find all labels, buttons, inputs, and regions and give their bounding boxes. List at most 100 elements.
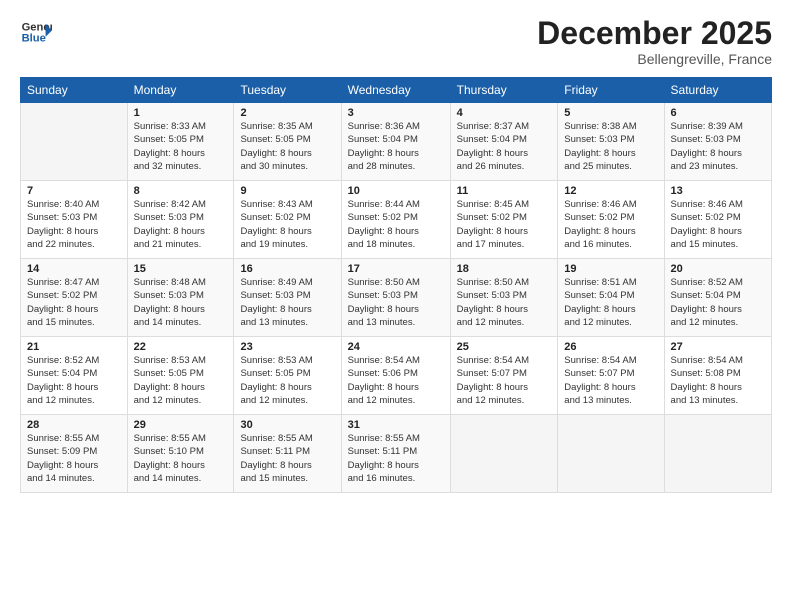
calendar-cell: 15Sunrise: 8:48 AMSunset: 5:03 PMDayligh… bbox=[127, 259, 234, 337]
calendar-cell: 17Sunrise: 8:50 AMSunset: 5:03 PMDayligh… bbox=[341, 259, 450, 337]
calendar-body: 1Sunrise: 8:33 AMSunset: 5:05 PMDaylight… bbox=[21, 103, 772, 493]
calendar-cell bbox=[21, 103, 128, 181]
day-number: 8 bbox=[134, 185, 228, 197]
day-info: Sunrise: 8:42 AMSunset: 5:03 PMDaylight:… bbox=[134, 198, 228, 251]
day-info: Sunrise: 8:55 AMSunset: 5:10 PMDaylight:… bbox=[134, 432, 228, 485]
calendar-week-2: 14Sunrise: 8:47 AMSunset: 5:02 PMDayligh… bbox=[21, 259, 772, 337]
day-info: Sunrise: 8:54 AMSunset: 5:07 PMDaylight:… bbox=[457, 354, 552, 407]
calendar-cell: 3Sunrise: 8:36 AMSunset: 5:04 PMDaylight… bbox=[341, 103, 450, 181]
day-number: 28 bbox=[27, 419, 121, 431]
calendar-cell: 23Sunrise: 8:53 AMSunset: 5:05 PMDayligh… bbox=[234, 337, 341, 415]
day-info: Sunrise: 8:54 AMSunset: 5:06 PMDaylight:… bbox=[348, 354, 444, 407]
day-number: 23 bbox=[240, 341, 334, 353]
day-number: 14 bbox=[27, 263, 121, 275]
page: General Blue December 2025 Bellengrevill… bbox=[0, 0, 792, 612]
header-saturday: Saturday bbox=[664, 78, 771, 103]
header-sunday: Sunday bbox=[21, 78, 128, 103]
day-number: 27 bbox=[671, 341, 765, 353]
location: Bellengreville, France bbox=[537, 51, 772, 67]
day-number: 11 bbox=[457, 185, 552, 197]
month-title: December 2025 bbox=[537, 16, 772, 51]
calendar-cell: 22Sunrise: 8:53 AMSunset: 5:05 PMDayligh… bbox=[127, 337, 234, 415]
day-info: Sunrise: 8:55 AMSunset: 5:11 PMDaylight:… bbox=[348, 432, 444, 485]
day-number: 6 bbox=[671, 107, 765, 119]
day-info: Sunrise: 8:52 AMSunset: 5:04 PMDaylight:… bbox=[27, 354, 121, 407]
day-number: 19 bbox=[564, 263, 657, 275]
day-info: Sunrise: 8:36 AMSunset: 5:04 PMDaylight:… bbox=[348, 120, 444, 173]
day-number: 3 bbox=[348, 107, 444, 119]
day-info: Sunrise: 8:39 AMSunset: 5:03 PMDaylight:… bbox=[671, 120, 765, 173]
calendar-cell: 9Sunrise: 8:43 AMSunset: 5:02 PMDaylight… bbox=[234, 181, 341, 259]
calendar-cell: 14Sunrise: 8:47 AMSunset: 5:02 PMDayligh… bbox=[21, 259, 128, 337]
calendar-cell bbox=[450, 415, 558, 493]
calendar-week-3: 21Sunrise: 8:52 AMSunset: 5:04 PMDayligh… bbox=[21, 337, 772, 415]
day-number: 7 bbox=[27, 185, 121, 197]
day-number: 10 bbox=[348, 185, 444, 197]
day-number: 12 bbox=[564, 185, 657, 197]
calendar-cell: 28Sunrise: 8:55 AMSunset: 5:09 PMDayligh… bbox=[21, 415, 128, 493]
day-info: Sunrise: 8:37 AMSunset: 5:04 PMDaylight:… bbox=[457, 120, 552, 173]
calendar-cell: 11Sunrise: 8:45 AMSunset: 5:02 PMDayligh… bbox=[450, 181, 558, 259]
header-wednesday: Wednesday bbox=[341, 78, 450, 103]
day-number: 26 bbox=[564, 341, 657, 353]
calendar-cell: 12Sunrise: 8:46 AMSunset: 5:02 PMDayligh… bbox=[558, 181, 664, 259]
logo-icon: General Blue bbox=[20, 16, 52, 48]
day-number: 9 bbox=[240, 185, 334, 197]
header: General Blue December 2025 Bellengrevill… bbox=[20, 16, 772, 67]
day-number: 20 bbox=[671, 263, 765, 275]
header-tuesday: Tuesday bbox=[234, 78, 341, 103]
calendar-week-1: 7Sunrise: 8:40 AMSunset: 5:03 PMDaylight… bbox=[21, 181, 772, 259]
calendar-cell bbox=[558, 415, 664, 493]
day-number: 17 bbox=[348, 263, 444, 275]
calendar-cell: 19Sunrise: 8:51 AMSunset: 5:04 PMDayligh… bbox=[558, 259, 664, 337]
calendar-cell: 6Sunrise: 8:39 AMSunset: 5:03 PMDaylight… bbox=[664, 103, 771, 181]
calendar-cell: 8Sunrise: 8:42 AMSunset: 5:03 PMDaylight… bbox=[127, 181, 234, 259]
calendar-cell: 26Sunrise: 8:54 AMSunset: 5:07 PMDayligh… bbox=[558, 337, 664, 415]
day-info: Sunrise: 8:55 AMSunset: 5:11 PMDaylight:… bbox=[240, 432, 334, 485]
calendar-cell: 13Sunrise: 8:46 AMSunset: 5:02 PMDayligh… bbox=[664, 181, 771, 259]
day-number: 18 bbox=[457, 263, 552, 275]
day-number: 22 bbox=[134, 341, 228, 353]
day-info: Sunrise: 8:52 AMSunset: 5:04 PMDaylight:… bbox=[671, 276, 765, 329]
calendar-cell: 10Sunrise: 8:44 AMSunset: 5:02 PMDayligh… bbox=[341, 181, 450, 259]
day-number: 5 bbox=[564, 107, 657, 119]
day-info: Sunrise: 8:48 AMSunset: 5:03 PMDaylight:… bbox=[134, 276, 228, 329]
day-info: Sunrise: 8:40 AMSunset: 5:03 PMDaylight:… bbox=[27, 198, 121, 251]
day-info: Sunrise: 8:54 AMSunset: 5:08 PMDaylight:… bbox=[671, 354, 765, 407]
calendar-cell: 27Sunrise: 8:54 AMSunset: 5:08 PMDayligh… bbox=[664, 337, 771, 415]
calendar-cell: 20Sunrise: 8:52 AMSunset: 5:04 PMDayligh… bbox=[664, 259, 771, 337]
day-number: 16 bbox=[240, 263, 334, 275]
calendar-cell: 1Sunrise: 8:33 AMSunset: 5:05 PMDaylight… bbox=[127, 103, 234, 181]
calendar-week-0: 1Sunrise: 8:33 AMSunset: 5:05 PMDaylight… bbox=[21, 103, 772, 181]
day-info: Sunrise: 8:54 AMSunset: 5:07 PMDaylight:… bbox=[564, 354, 657, 407]
calendar-cell: 29Sunrise: 8:55 AMSunset: 5:10 PMDayligh… bbox=[127, 415, 234, 493]
calendar-week-4: 28Sunrise: 8:55 AMSunset: 5:09 PMDayligh… bbox=[21, 415, 772, 493]
day-number: 15 bbox=[134, 263, 228, 275]
day-number: 25 bbox=[457, 341, 552, 353]
day-info: Sunrise: 8:51 AMSunset: 5:04 PMDaylight:… bbox=[564, 276, 657, 329]
calendar-cell: 24Sunrise: 8:54 AMSunset: 5:06 PMDayligh… bbox=[341, 337, 450, 415]
day-number: 1 bbox=[134, 107, 228, 119]
day-info: Sunrise: 8:35 AMSunset: 5:05 PMDaylight:… bbox=[240, 120, 334, 173]
calendar-cell: 30Sunrise: 8:55 AMSunset: 5:11 PMDayligh… bbox=[234, 415, 341, 493]
calendar-cell: 16Sunrise: 8:49 AMSunset: 5:03 PMDayligh… bbox=[234, 259, 341, 337]
calendar-cell bbox=[664, 415, 771, 493]
calendar-cell: 7Sunrise: 8:40 AMSunset: 5:03 PMDaylight… bbox=[21, 181, 128, 259]
calendar-cell: 25Sunrise: 8:54 AMSunset: 5:07 PMDayligh… bbox=[450, 337, 558, 415]
day-info: Sunrise: 8:50 AMSunset: 5:03 PMDaylight:… bbox=[348, 276, 444, 329]
day-info: Sunrise: 8:47 AMSunset: 5:02 PMDaylight:… bbox=[27, 276, 121, 329]
day-info: Sunrise: 8:45 AMSunset: 5:02 PMDaylight:… bbox=[457, 198, 552, 251]
calendar-cell: 21Sunrise: 8:52 AMSunset: 5:04 PMDayligh… bbox=[21, 337, 128, 415]
day-info: Sunrise: 8:38 AMSunset: 5:03 PMDaylight:… bbox=[564, 120, 657, 173]
calendar-cell: 18Sunrise: 8:50 AMSunset: 5:03 PMDayligh… bbox=[450, 259, 558, 337]
day-number: 21 bbox=[27, 341, 121, 353]
day-info: Sunrise: 8:46 AMSunset: 5:02 PMDaylight:… bbox=[564, 198, 657, 251]
day-number: 29 bbox=[134, 419, 228, 431]
day-number: 2 bbox=[240, 107, 334, 119]
day-info: Sunrise: 8:53 AMSunset: 5:05 PMDaylight:… bbox=[240, 354, 334, 407]
day-number: 4 bbox=[457, 107, 552, 119]
day-info: Sunrise: 8:44 AMSunset: 5:02 PMDaylight:… bbox=[348, 198, 444, 251]
logo: General Blue bbox=[20, 16, 52, 48]
svg-text:Blue: Blue bbox=[22, 33, 46, 45]
day-info: Sunrise: 8:43 AMSunset: 5:02 PMDaylight:… bbox=[240, 198, 334, 251]
